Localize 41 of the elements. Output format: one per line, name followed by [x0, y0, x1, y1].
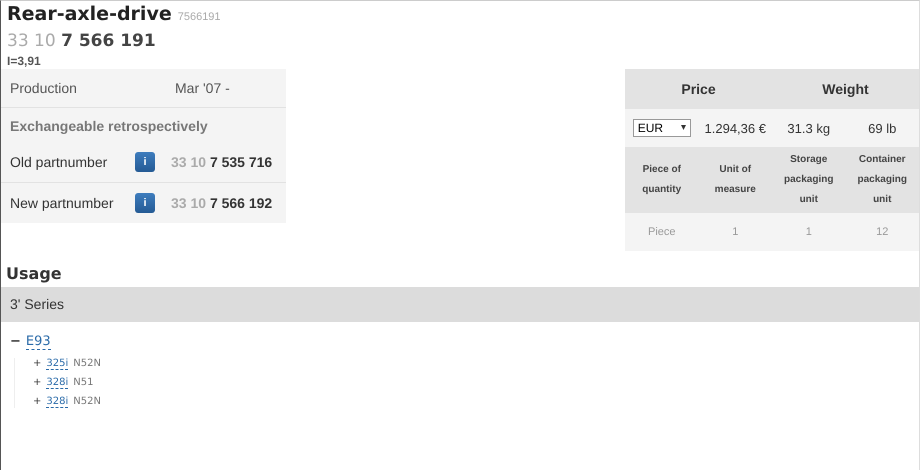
column-header: Storage packaging unit: [783, 153, 834, 207]
production-label: Production: [10, 80, 78, 96]
section-heading: Exchangeable retrospectively: [10, 118, 209, 134]
column-header: Price: [625, 69, 772, 109]
partnumber-label: Old partnumber: [10, 154, 108, 170]
toggle-icon[interactable]: +: [33, 396, 42, 407]
value-text: 1.294,36 €: [704, 120, 766, 136]
table-cell: 1: [732, 226, 738, 238]
caret-icon: [680, 124, 686, 130]
column-header: Piece of quantity: [641, 163, 682, 197]
table-cell: 1: [806, 226, 812, 238]
toggle-icon[interactable]: −: [10, 334, 21, 349]
column-header: Container packaging unit: [856, 153, 908, 207]
part-title: Rear-axle-drive: [7, 3, 172, 25]
table-cell: 12: [876, 226, 888, 238]
production-date: Mar '07 -: [175, 80, 230, 96]
series-bar: 3' Series: [1, 287, 919, 322]
section-heading: Usage: [5, 264, 63, 285]
part-number: 33 10 7 566 191: [7, 31, 156, 51]
engine-code: N51: [73, 377, 94, 388]
ratio-note: I=3,91: [7, 54, 42, 68]
value-text: 69 lb: [868, 120, 896, 136]
info-button[interactable]: i: [135, 152, 155, 172]
model-link[interactable]: 328i: [46, 377, 68, 389]
part-number: 33 10 7 535 716: [171, 154, 272, 170]
engine-code: N52N: [73, 358, 101, 369]
model-link[interactable]: 325i: [46, 358, 68, 370]
table-cell: Piece: [648, 226, 676, 238]
model-link[interactable]: 328i: [46, 396, 68, 408]
engine-code: N52N: [73, 396, 101, 407]
value-text: 31.3 kg: [787, 120, 830, 136]
partnumber-label: New partnumber: [10, 195, 114, 211]
column-header: Unit of measure: [714, 163, 757, 197]
column-header: Weight: [772, 69, 919, 109]
toggle-icon[interactable]: +: [33, 358, 42, 369]
part-number: 33 10 7 566 192: [171, 195, 272, 211]
part-id: 7566191: [178, 11, 221, 23]
toggle-icon[interactable]: +: [33, 377, 42, 388]
info-button[interactable]: i: [135, 193, 155, 213]
currency-select[interactable]: EUR: [632, 119, 691, 137]
model-link[interactable]: E93: [26, 334, 51, 350]
